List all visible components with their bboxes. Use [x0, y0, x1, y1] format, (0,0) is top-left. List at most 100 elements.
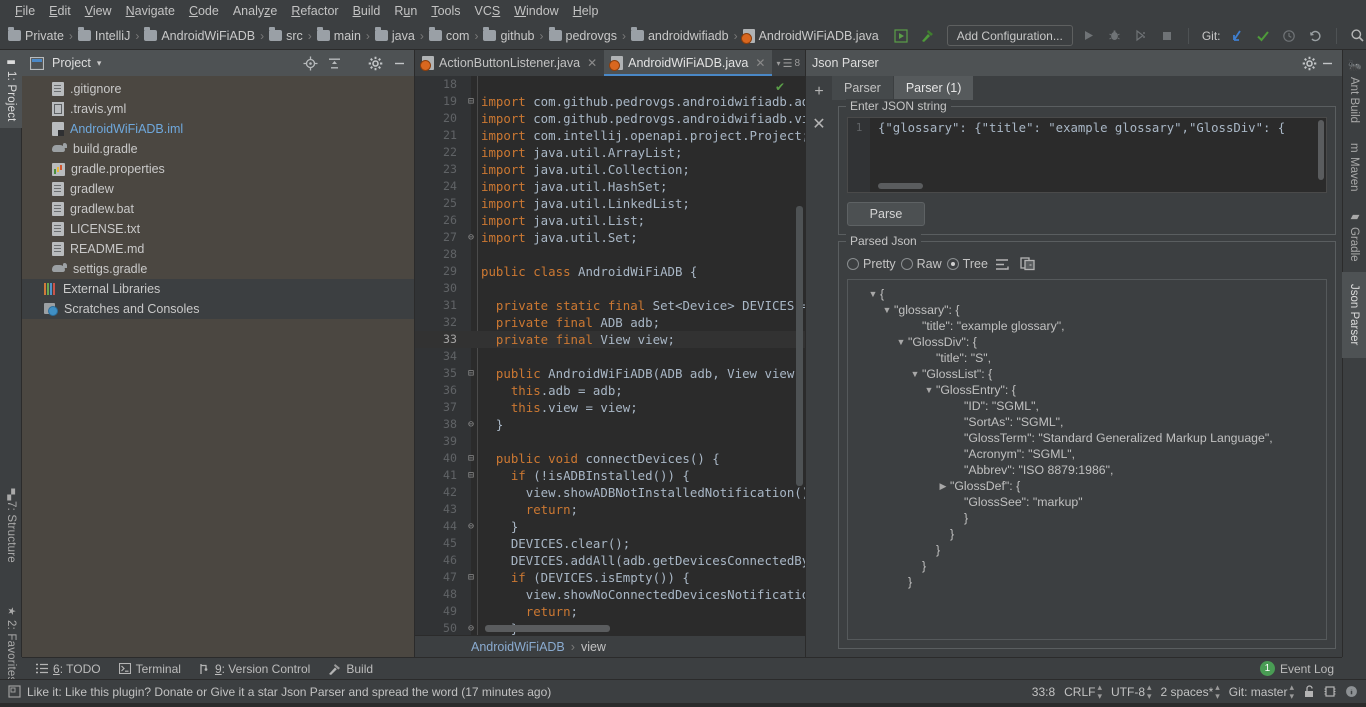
- json-tree-node[interactable]: •}: [852, 510, 1322, 526]
- search-icon[interactable]: [1348, 26, 1366, 46]
- code-line[interactable]: 37 this.view = view;: [415, 399, 805, 416]
- editor-tab-actionbuttonlistener[interactable]: ActionButtonListener.java ✕: [415, 50, 604, 76]
- breadcrumb-item-java[interactable]: java: [373, 29, 417, 43]
- line-number[interactable]: 33: [415, 331, 457, 348]
- line-number[interactable]: 28: [415, 246, 457, 263]
- breadcrumb-member[interactable]: view: [581, 640, 606, 654]
- inspection-ok-icon[interactable]: ✔: [775, 80, 785, 94]
- code-line[interactable]: 47⊟ if (DEVICES.isEmpty()) {: [415, 569, 805, 586]
- code-fold-icon[interactable]: ⊟: [465, 569, 477, 586]
- json-tree-node[interactable]: •"ID": "SGML",: [852, 398, 1322, 414]
- run-gutter-icon[interactable]: [891, 26, 911, 46]
- editor-tab-androidwifiadb[interactable]: AndroidWiFiADB.java ✕: [604, 50, 772, 76]
- line-number[interactable]: 39: [415, 433, 457, 450]
- run-with-coverage-button[interactable]: [1131, 26, 1151, 46]
- scroll-from-source-icon[interactable]: [301, 54, 319, 72]
- vcs-history-icon[interactable]: [1279, 26, 1299, 46]
- code-line[interactable]: 42 view.showADBNotInstalledNotification(…: [415, 484, 805, 501]
- code-fold-icon[interactable]: ⊟: [465, 450, 477, 467]
- sidebar-tab-maven[interactable]: m Maven: [1342, 136, 1366, 198]
- vcs-rollback-icon[interactable]: [1305, 26, 1325, 46]
- tree-item-gradlew-bat[interactable]: gradlew.bat: [22, 199, 414, 219]
- git-branch[interactable]: Git: master ▴▾: [1229, 683, 1294, 701]
- menu-item-build[interactable]: Build: [346, 2, 388, 20]
- line-number[interactable]: 35: [415, 365, 457, 382]
- json-tree-node[interactable]: ▼{: [852, 286, 1322, 302]
- code-line[interactable]: 40⊟ public void connectDevices() {: [415, 450, 805, 467]
- debug-button[interactable]: [1105, 26, 1125, 46]
- json-tree-node[interactable]: ▼"GlossEntry": {: [852, 382, 1322, 398]
- line-number[interactable]: 18: [415, 76, 457, 93]
- breadcrumb-item-private[interactable]: Private: [6, 29, 66, 43]
- menu-item-navigate[interactable]: Navigate: [119, 2, 182, 20]
- line-number[interactable]: 22: [415, 144, 457, 161]
- menu-item-file[interactable]: File: [8, 2, 42, 20]
- tree-item-scratches-and-consoles[interactable]: Scratches and Consoles: [22, 299, 414, 319]
- line-separator[interactable]: CRLF ▴▾: [1064, 683, 1102, 701]
- json-tree-node[interactable]: •}: [852, 574, 1322, 590]
- close-parser-tab-button[interactable]: ✕: [809, 114, 829, 134]
- code-line[interactable]: 29public class AndroidWiFiADB {: [415, 263, 805, 280]
- json-tree-node[interactable]: •"SortAs": "SGML",: [852, 414, 1322, 430]
- editor-horizontal-scrollbar[interactable]: [485, 625, 610, 632]
- json-input-editor[interactable]: 1 {"glossary": {"title": "example glossa…: [847, 117, 1327, 193]
- code-line[interactable]: 20import com.github.pedrovgs.androidwifi…: [415, 110, 805, 127]
- line-number[interactable]: 20: [415, 110, 457, 127]
- line-number[interactable]: 32: [415, 314, 457, 331]
- code-fold-icon[interactable]: ⊟: [465, 467, 477, 484]
- menu-item-run[interactable]: Run: [387, 2, 424, 20]
- chevron-down-icon[interactable]: ▼: [866, 289, 880, 299]
- breadcrumb-item-github[interactable]: github: [481, 29, 536, 43]
- status-message[interactable]: Like it: Like this plugin? Donate or Giv…: [27, 685, 551, 699]
- breadcrumb-item-intellij[interactable]: IntelliJ: [76, 29, 132, 43]
- json-input-vertical-scrollbar[interactable]: [1318, 120, 1324, 180]
- add-parser-tab-button[interactable]: +: [809, 82, 829, 102]
- chevron-down-icon[interactable]: ▼: [908, 369, 922, 379]
- code-line[interactable]: 46 DEVICES.addAll(adb.getDevicesConnecte…: [415, 552, 805, 569]
- line-number[interactable]: 49: [415, 603, 457, 620]
- code-fold-icon[interactable]: ⊖: [465, 620, 477, 635]
- code-fold-icon[interactable]: ⊟: [465, 93, 477, 110]
- breadcrumb-item-src[interactable]: src: [267, 29, 305, 43]
- json-tree-node[interactable]: •}: [852, 558, 1322, 574]
- json-tree-node[interactable]: ▶"GlossDef": {: [852, 478, 1322, 494]
- menu-item-edit[interactable]: Edit: [42, 2, 78, 20]
- code-line[interactable]: 19⊟import com.github.pedrovgs.androidwif…: [415, 93, 805, 110]
- code-line[interactable]: 31 private static final Set<Device> DEVI…: [415, 297, 805, 314]
- line-number[interactable]: 48: [415, 586, 457, 603]
- code-line[interactable]: 24import java.util.HashSet;: [415, 178, 805, 195]
- menu-item-code[interactable]: Code: [182, 2, 226, 20]
- code-line[interactable]: 50⊖ }: [415, 620, 805, 635]
- sidebar-tab-ant-build[interactable]: 🐜 Ant Build: [1342, 52, 1366, 130]
- lock-icon[interactable]: [1303, 685, 1315, 698]
- info-icon[interactable]: [1345, 685, 1358, 698]
- line-number[interactable]: 40: [415, 450, 457, 467]
- json-tree-node[interactable]: •}: [852, 526, 1322, 542]
- radio-pretty[interactable]: Pretty: [847, 257, 896, 271]
- breadcrumb-class[interactable]: AndroidWiFiADB: [471, 640, 565, 654]
- run-configuration-selector[interactable]: Add Configuration...: [947, 25, 1073, 46]
- code-line[interactable]: 34: [415, 348, 805, 365]
- sidebar-tab-project[interactable]: ▮ 1: Project: [0, 50, 22, 128]
- code-line[interactable]: 45 DEVICES.clear();: [415, 535, 805, 552]
- run-button[interactable]: [1079, 26, 1099, 46]
- code-line[interactable]: 48 view.showNoConnectedDevicesNotificati…: [415, 586, 805, 603]
- json-tree-node[interactable]: •"title": "S",: [852, 350, 1322, 366]
- chevron-down-icon[interactable]: ▼: [894, 337, 908, 347]
- copy-icon[interactable]: [1018, 255, 1038, 273]
- line-number[interactable]: 34: [415, 348, 457, 365]
- collapse-all-icon[interactable]: [325, 54, 343, 72]
- code-line[interactable]: 22import java.util.ArrayList;: [415, 144, 805, 161]
- radio-raw[interactable]: Raw: [901, 257, 942, 271]
- line-number[interactable]: 29: [415, 263, 457, 280]
- json-tree-node[interactable]: •}: [852, 542, 1322, 558]
- tool-window-version-control[interactable]: 9: Version Control: [199, 662, 310, 676]
- code-line[interactable]: 26import java.util.List;: [415, 212, 805, 229]
- code-line[interactable]: 21import com.intellij.openapi.project.Pr…: [415, 127, 805, 144]
- code-line[interactable]: 49 return;: [415, 603, 805, 620]
- event-log-label[interactable]: Event Log: [1280, 662, 1334, 676]
- line-number[interactable]: 43: [415, 501, 457, 518]
- menu-item-vcs[interactable]: VCS: [468, 2, 508, 20]
- line-number[interactable]: 42: [415, 484, 457, 501]
- code-line[interactable]: 43 return;: [415, 501, 805, 518]
